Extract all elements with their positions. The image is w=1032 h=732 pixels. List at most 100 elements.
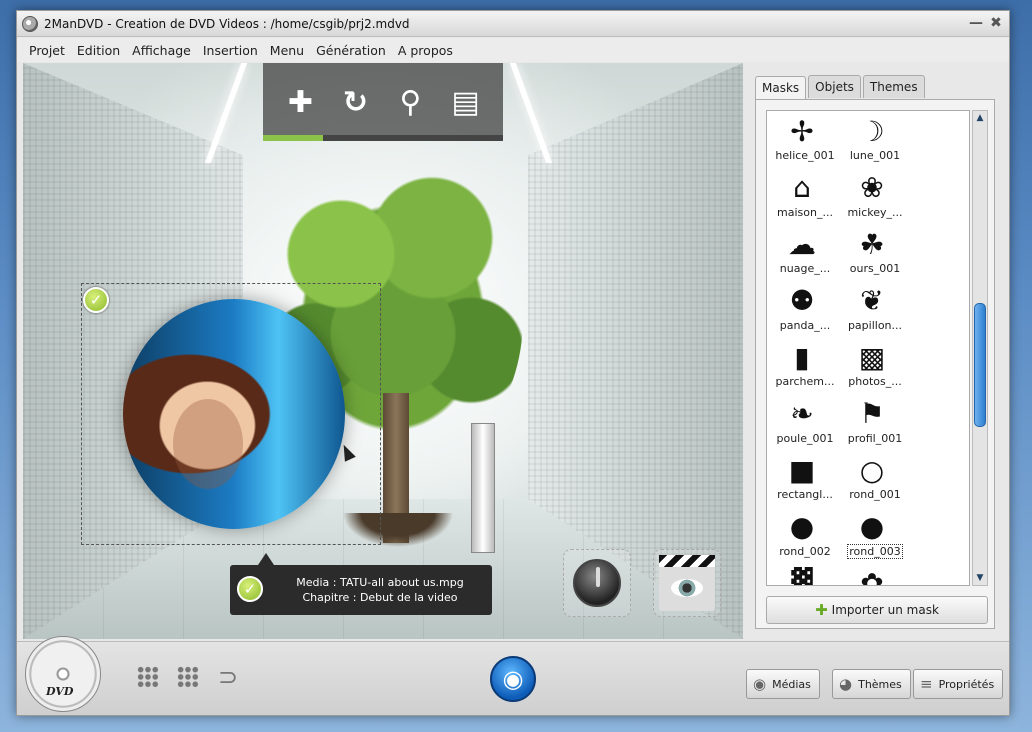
- background-machine: [471, 423, 495, 553]
- mask-item[interactable]: ❀ mickey_...: [837, 168, 907, 225]
- mask-label: papillon...: [837, 319, 913, 332]
- masks-tab-panel: ✢ helice_001 ☽ lune_001 ⌂ maison_... ❀ mickey_.…: [755, 99, 995, 629]
- mask-label: rond_001: [837, 488, 913, 501]
- burn-icon[interactable]: ◉: [490, 656, 536, 702]
- themes-button[interactable]: ◕ Thèmes: [832, 669, 911, 699]
- audio-button[interactable]: [563, 549, 631, 617]
- mask-item[interactable]: ☽ lune_001: [837, 111, 907, 168]
- menu-insertion[interactable]: Insertion: [197, 43, 264, 58]
- mask-label-text: rond_003: [847, 543, 903, 559]
- menu-menu[interactable]: Menu: [264, 43, 310, 58]
- themes-label: Thèmes: [858, 677, 902, 691]
- scrollbar-thumb[interactable]: [974, 303, 986, 428]
- menu-projet[interactable]: Projet: [23, 43, 71, 58]
- close-icon[interactable]: ✖: [989, 15, 1003, 31]
- menu-generation[interactable]: Génération: [310, 43, 392, 58]
- parchment-icon: ▮: [794, 340, 810, 374]
- video-button[interactable]: [653, 549, 721, 617]
- mask-label-text: rond_001: [849, 488, 901, 501]
- mask-label-text: nuage_...: [779, 262, 831, 275]
- add-grid-icon[interactable]: [175, 664, 201, 690]
- mask-item[interactable]: ❧ poule_001: [767, 394, 837, 451]
- mask-item[interactable]: ▮ parchem...: [767, 337, 837, 394]
- circle-filled-icon: ●: [789, 510, 815, 543]
- zoom-icon[interactable]: ⚲: [391, 82, 431, 122]
- mask-label: profil_001: [837, 432, 913, 445]
- mask-list-scrollbar[interactable]: ▲ ▼: [972, 110, 988, 586]
- import-mask-label: Importer un mask: [831, 603, 939, 617]
- globe-icon: ◕: [839, 675, 853, 693]
- mask-label: rectangl...: [767, 488, 843, 501]
- refresh-icon[interactable]: ↻: [336, 82, 376, 122]
- mask-label-text: photos_...: [848, 375, 902, 388]
- mask-item[interactable]: ■ rectangl...: [767, 450, 837, 507]
- check-icon[interactable]: ✓: [83, 287, 109, 313]
- mask-label-text: ours_001: [849, 262, 901, 275]
- mask-item[interactable]: ● rond_002: [767, 507, 837, 564]
- sliders-icon: ≡: [920, 675, 933, 693]
- ceiling-light: [509, 63, 553, 163]
- magnet-icon[interactable]: ⊃: [215, 663, 241, 691]
- tooltip-media: Media : TATU-all about us.mpg: [296, 576, 464, 589]
- mask-item[interactable]: ✿: [837, 563, 907, 586]
- mask-item[interactable]: ▩ photos_...: [837, 337, 907, 394]
- profile-icon: ⚑: [859, 397, 885, 430]
- app-window: 2ManDVD - Creation de DVD Videos : /home…: [16, 10, 1010, 716]
- properties-label: Propriétés: [938, 677, 995, 691]
- mask-label: ours_001: [837, 262, 913, 275]
- mask-label-text: maison_...: [777, 205, 833, 219]
- mask-item[interactable]: ▓: [767, 563, 837, 586]
- mask-label-text: rond_002: [779, 544, 831, 558]
- tab-themes[interactable]: Themes: [862, 75, 925, 98]
- video-thumbnail-mask[interactable]: [123, 299, 345, 529]
- clapperboard-icon: [659, 555, 715, 611]
- scroll-up-icon[interactable]: ▲: [973, 111, 987, 125]
- mask-item[interactable]: ☘ ours_001: [837, 224, 907, 281]
- circle-soft-icon: ●: [859, 510, 885, 543]
- print-icon[interactable]: ▤: [446, 82, 486, 122]
- mask-label-text: parchem...: [775, 375, 835, 388]
- canvas-toolbar: ✚ ↻ ⚲ ▤: [263, 63, 503, 141]
- mask-item[interactable]: ✢ helice_001: [767, 111, 837, 168]
- mask-list[interactable]: ✢ helice_001 ☽ lune_001 ⌂ maison_... ❀ mickey_.…: [766, 110, 970, 586]
- mask-label-text: lune_001: [849, 149, 901, 162]
- dvd-logo-text: DVD: [46, 685, 74, 698]
- mask-item[interactable]: ☁ nuage_...: [767, 224, 837, 281]
- mask-label: mickey_...: [837, 206, 913, 219]
- mask-label: panda_...: [767, 319, 843, 332]
- panda-icon: ⚉: [789, 284, 815, 317]
- canvas-progress-fill: [263, 135, 323, 141]
- window-title: 2ManDVD - Creation de DVD Videos : /home…: [44, 16, 410, 31]
- move-icon[interactable]: ✚: [281, 82, 321, 122]
- tab-masks[interactable]: Masks: [755, 76, 807, 99]
- mask-item[interactable]: ⌂ maison_...: [767, 168, 837, 225]
- menu-affichage[interactable]: Affichage: [126, 43, 197, 58]
- menu-apropos[interactable]: A propos: [392, 43, 459, 58]
- moon-icon: ☽: [859, 114, 885, 148]
- menu-preview-canvas[interactable]: ✚ ↻ ⚲ ▤ ✓ ✓ Media : TATU-all about us.mp…: [23, 63, 743, 639]
- medias-label: Médias: [772, 677, 811, 691]
- tab-objets[interactable]: Objets: [808, 75, 861, 98]
- rectangle-icon: ■: [788, 453, 816, 487]
- medias-button[interactable]: ◉ Médias: [746, 669, 820, 699]
- side-panel: Masks Objets Themes ✢ helice_001 ☽ lune_001…: [751, 63, 1003, 639]
- minimize-icon[interactable]: —: [969, 15, 983, 31]
- import-mask-button[interactable]: ✚ Importer un mask: [766, 596, 988, 624]
- mask-label: maison_...: [767, 206, 843, 219]
- menu-edition[interactable]: Edition: [71, 43, 126, 58]
- canvas-progress-bar: [263, 135, 503, 141]
- speaker-icon: [573, 559, 621, 607]
- cloud-icon: ☁: [788, 227, 816, 261]
- mask-item[interactable]: ● rond_003: [837, 507, 907, 564]
- mask-item[interactable]: ⚑ profil_001: [837, 394, 907, 451]
- mask-item[interactable]: ○ rond_001: [837, 450, 907, 507]
- properties-button[interactable]: ≡ Propriétés: [913, 669, 1004, 699]
- mask-item[interactable]: ⚉ panda_...: [767, 281, 837, 338]
- mask-item[interactable]: ❦ papillon...: [837, 281, 907, 338]
- dvd-logo: DVD: [25, 636, 101, 712]
- mask-label: poule_001: [767, 432, 843, 445]
- mask-label-text: panda_...: [779, 318, 831, 332]
- grid-view-icon[interactable]: [135, 664, 161, 690]
- scroll-down-icon[interactable]: ▼: [973, 571, 987, 585]
- flower-icon: ✿: [860, 566, 884, 586]
